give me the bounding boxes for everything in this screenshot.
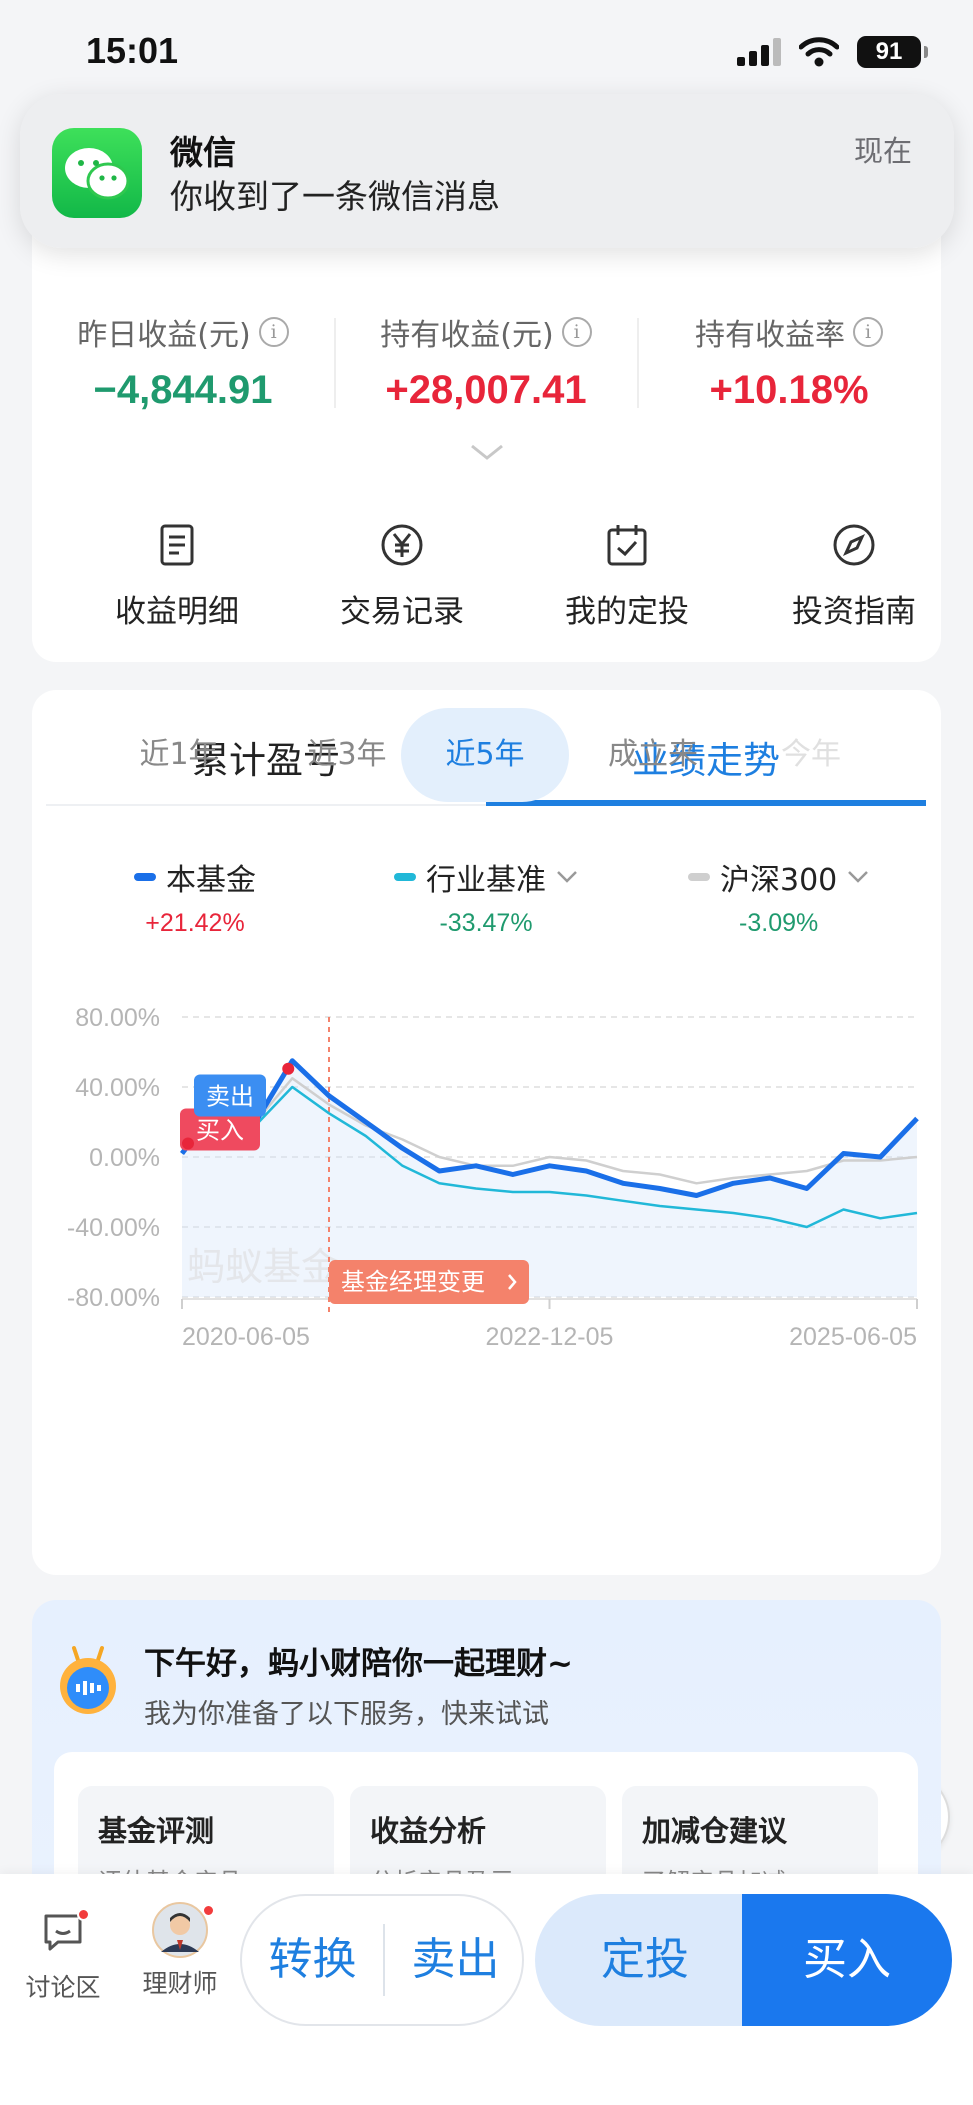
legend-swatch <box>394 873 416 881</box>
buy-marker-label: 买入 <box>196 1117 244 1145</box>
legend-csi300[interactable]: 沪深300 -3.09% <box>688 855 869 938</box>
auto-invest-button[interactable]: 定投 <box>535 1894 755 2026</box>
sell-marker-label: 卖出 <box>206 1083 254 1111</box>
wechat-notification[interactable]: 微信 你收到了一条微信消息 现在 <box>20 94 954 248</box>
stat-label: 持有收益(元) <box>380 318 554 353</box>
x-tick-label: 2025-06-05 <box>789 1323 917 1351</box>
notification-time: 现在 <box>853 134 912 168</box>
service-title: 基金评测 <box>98 1814 215 1848</box>
legend-name: 本基金 <box>166 863 256 898</box>
stat-value: +10.18% <box>709 368 869 412</box>
range-ytd[interactable]: 今年 <box>727 708 895 802</box>
legend-benchmark[interactable]: 行业基准 -33.47% <box>394 855 578 938</box>
convert-sell-group: 转换 卖出 <box>240 1894 524 2026</box>
assistant-avatar-icon <box>60 1646 116 1714</box>
stat-label: 昨日收益(元) <box>77 318 251 353</box>
service-title: 收益分析 <box>370 1814 487 1848</box>
legend-swatch <box>688 873 710 881</box>
holding-profit-card: 昨日收益(元) i −4,844.91 持有收益(元) i +28,007.41 持… <box>32 210 941 662</box>
my-auto-invest-button[interactable]: 我的定投 <box>517 520 737 631</box>
notification-dot <box>77 1908 90 1921</box>
discussion-label: 讨论区 <box>25 1973 101 2002</box>
cellular-signal-icon <box>737 38 781 66</box>
convert-button[interactable]: 转换 <box>242 1896 383 2024</box>
advisor-label: 理财师 <box>142 1969 218 1998</box>
invest-guide-button[interactable]: 投资指南 <box>744 520 964 631</box>
status-time: 15:01 <box>86 30 179 71</box>
trade-records-button[interactable]: 交易记录 <box>292 520 512 631</box>
assistant-title: 下午好，蚂小财陪你一起理财~ <box>144 1646 573 1682</box>
action-label: 投资指南 <box>792 594 916 630</box>
info-icon[interactable]: i <box>853 317 883 347</box>
legend-name: 行业基准 <box>426 863 546 898</box>
x-tick-label: 2020-06-05 <box>182 1323 310 1351</box>
document-icon <box>160 524 194 566</box>
stat-holding-profit: 持有收益(元) i +28,007.41 <box>335 310 637 413</box>
y-tick-label: 80.00% <box>75 1004 160 1032</box>
notification-app-name: 微信 <box>170 133 236 172</box>
range-1y[interactable]: 近1年 <box>95 708 263 802</box>
stat-yesterday-profit: 昨日收益(元) i −4,844.91 <box>32 310 334 413</box>
legend-value: -3.09% <box>739 909 819 937</box>
advisor-button[interactable]: 理财师 <box>130 1902 230 2000</box>
legend-fund[interactable]: 本基金 +21.42% <box>134 855 256 938</box>
y-tick-label: 0.00% <box>89 1144 160 1172</box>
yen-circle-icon <box>381 524 423 566</box>
range-5y[interactable]: 近5年 <box>401 708 569 802</box>
legend-swatch <box>134 873 156 881</box>
compass-icon <box>833 524 875 566</box>
calendar-check-icon <box>607 525 647 566</box>
performance-card: 累计盈亏 业绩走势 本基金 +21.42% 行业基准 -33.47% 沪深300… <box>32 690 950 1862</box>
chevron-down-icon <box>557 871 577 883</box>
status-icons: 91 <box>737 36 928 68</box>
notification-message: 你收到了一条微信消息 <box>170 177 500 216</box>
chevron-down-icon <box>848 871 869 883</box>
manager-change-label: 基金经理变更 <box>341 1268 485 1296</box>
advisor-avatar <box>152 1902 208 1958</box>
profit-detail-button[interactable]: 收益明细 <box>67 520 287 631</box>
legend-value: -33.47% <box>439 909 533 937</box>
active-tab-indicator <box>486 800 926 806</box>
info-icon[interactable]: i <box>561 317 592 347</box>
wifi-icon <box>799 37 839 67</box>
performance-chart[interactable]: 80.00% 40.00% 0.00% -40.00% -80.00% 2020-06-0… <box>32 970 941 1450</box>
legend-name: 沪深300 <box>720 863 838 898</box>
y-tick-label: -80.00% <box>67 1284 160 1312</box>
trade-dot <box>182 1137 194 1150</box>
trade-dot <box>282 1062 295 1075</box>
y-tick-label: 40.00% <box>75 1074 160 1102</box>
status-bar: 15:01 91 <box>0 0 973 100</box>
notification-dot <box>202 1904 215 1917</box>
stat-value: +28,007.41 <box>385 368 587 412</box>
battery-icon: 91 <box>857 36 928 68</box>
bottom-action-bar: 讨论区 理财师 转换 卖出 定投 买入 <box>0 1874 973 2105</box>
range-since-inception[interactable]: 成立来 <box>569 708 737 802</box>
legend-value: +21.42% <box>145 909 245 937</box>
action-label: 交易记录 <box>340 594 464 630</box>
action-label: 我的定投 <box>565 594 689 630</box>
wechat-icon <box>52 128 142 218</box>
stat-label: 持有收益率 <box>695 318 845 353</box>
stat-holding-rate: 持有收益率 i +10.18% <box>638 310 940 413</box>
service-title: 加减仓建议 <box>642 1814 788 1848</box>
action-label: 收益明细 <box>115 594 239 630</box>
watermark-text: 蚂蚁基金 <box>187 1245 339 1289</box>
discussion-button[interactable]: 讨论区 <box>13 1908 113 2004</box>
y-tick-label: -40.00% <box>67 1214 160 1242</box>
stat-value: −4,844.91 <box>93 368 273 412</box>
sell-button[interactable]: 卖出 <box>385 1896 526 2024</box>
info-icon[interactable]: i <box>258 317 289 347</box>
x-tick-label: 2022-12-05 <box>486 1323 614 1351</box>
buy-button[interactable]: 买入 <box>742 1894 952 2026</box>
expand-chevron-icon[interactable] <box>470 442 504 462</box>
assistant-subtitle: 我为你准备了以下服务，快来试试 <box>144 1699 549 1730</box>
